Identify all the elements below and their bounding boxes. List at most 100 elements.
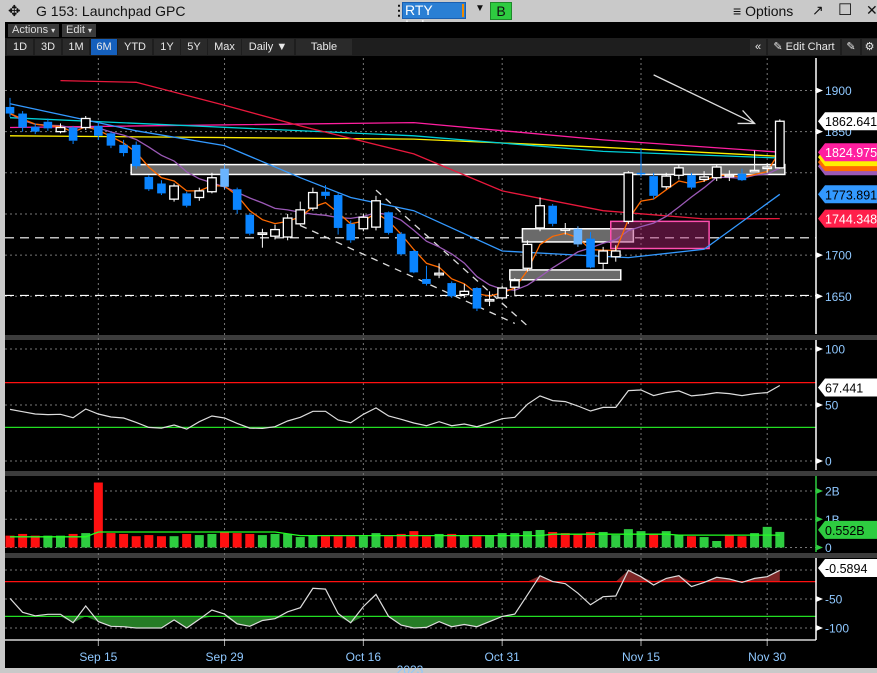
window-titlebar: ✥ G 153: Launchpad GPC ⋮ RTY Index ▼ B ≡… (0, 0, 877, 33)
period-1y[interactable]: 1Y (154, 39, 180, 55)
candle[interactable] (649, 172, 658, 200)
period-1m[interactable]: 1M (63, 39, 89, 55)
frequency-dropdown[interactable]: Daily ▼ (242, 39, 294, 55)
volume-tick-label: 2B (825, 485, 840, 499)
candle[interactable] (774, 119, 785, 169)
candle-body (711, 166, 722, 179)
candle[interactable] (131, 141, 141, 169)
candle-body (434, 272, 445, 276)
volume-bar (358, 536, 368, 548)
candle-body (573, 228, 583, 245)
volume-bar (182, 533, 192, 548)
candle[interactable] (396, 232, 406, 256)
pencil-icon: ✎ (773, 41, 783, 53)
rsi-value-tag: 67.441 (818, 378, 877, 397)
volume-bar (119, 533, 129, 548)
ticker-input[interactable]: RTY Index (402, 2, 466, 33)
options-label: Options (745, 3, 794, 19)
volume-bar (283, 533, 293, 548)
options-button[interactable]: ≡ Options (733, 3, 793, 19)
candle[interactable] (522, 240, 533, 272)
candle[interactable] (182, 191, 191, 208)
candle[interactable] (371, 195, 381, 231)
ma-value-tag: 1773.891 (818, 185, 877, 204)
year-label: 2023 (397, 663, 424, 673)
candle-body (106, 133, 116, 146)
period-1d[interactable]: 1D (7, 39, 33, 55)
value-tag-text: 1824.975 (825, 146, 877, 160)
candle-body (220, 168, 229, 187)
period-3d[interactable]: 3D (35, 39, 61, 55)
candle-body (409, 250, 419, 273)
candle[interactable] (144, 175, 154, 191)
popout-arrow-icon[interactable]: ↗ (812, 2, 824, 19)
candle[interactable] (80, 116, 91, 131)
actions-menu[interactable]: Actions ▾ (8, 24, 60, 37)
candle[interactable] (548, 204, 557, 227)
hamburger-icon: ≡ (733, 3, 746, 19)
period-max[interactable]: Max (208, 39, 241, 55)
volume-bar (220, 531, 230, 548)
panel-resize-handle[interactable] (5, 335, 877, 340)
candle[interactable] (106, 131, 116, 149)
candle[interactable] (384, 211, 393, 235)
gear-icon[interactable]: ⚙ (862, 39, 877, 55)
collapse-double-chevron-icon[interactable]: « (750, 39, 766, 55)
edit-chart-button[interactable]: ✎ Edit Chart (768, 39, 840, 55)
panel-resize-handle[interactable] (5, 553, 877, 558)
candle-body (245, 214, 255, 234)
candle-body (371, 200, 381, 228)
volume-bar (156, 536, 166, 548)
edit-menu[interactable]: Edit ▾ (62, 24, 97, 37)
period-5y[interactable]: 5Y (181, 39, 207, 55)
candle[interactable] (282, 213, 293, 241)
candle-body (522, 243, 533, 269)
candle[interactable] (687, 172, 696, 190)
volume-value-tag: 0.552B (818, 520, 877, 539)
period-ytd[interactable]: YTD (118, 39, 152, 55)
oscillator-tick-label: -50 (825, 593, 843, 607)
candle-body (282, 217, 293, 238)
x-tick-label: Oct 31 (485, 650, 521, 664)
candle[interactable] (346, 220, 356, 243)
b-button[interactable]: B (490, 2, 512, 20)
candle[interactable] (447, 281, 456, 298)
candle-body (548, 205, 557, 224)
candle[interactable] (573, 226, 583, 247)
volume-bar (18, 533, 28, 548)
actions-toolbar: Actions ▾ Edit ▾ (5, 22, 877, 38)
candle[interactable] (472, 287, 482, 312)
volume-bar (485, 535, 495, 548)
candle-body (131, 144, 141, 167)
ticker-dropdown-icon[interactable]: ▼ (475, 3, 485, 14)
close-icon[interactable]: ✕ (866, 2, 877, 19)
candle-body (661, 175, 672, 188)
candle[interactable] (245, 213, 255, 236)
dropdown-triangle-icon: ▼ (276, 41, 288, 53)
volume-bar (724, 535, 734, 548)
candle[interactable] (169, 183, 180, 202)
volume-bar (421, 536, 431, 548)
candle-body (447, 283, 456, 297)
candle-body (119, 144, 128, 154)
panel-resize-handle[interactable] (5, 471, 877, 476)
volume-bar (775, 531, 785, 548)
volume-tick-label: 0 (825, 541, 832, 555)
edit-chart-label: Edit Chart (785, 41, 835, 53)
candle-body (169, 185, 180, 200)
candle[interactable] (409, 250, 419, 274)
candle-body (762, 166, 773, 170)
chevron-down-icon: ▾ (51, 26, 56, 35)
x-tick-label: Oct 16 (346, 650, 382, 664)
candle[interactable] (497, 285, 508, 300)
annotate-icon[interactable]: ✎ (842, 39, 860, 55)
table-button[interactable]: Table (296, 39, 352, 55)
maximize-icon[interactable]: ☐ (838, 0, 852, 20)
period-6m[interactable]: 6M (91, 39, 117, 55)
edit-label: Edit (66, 24, 85, 36)
crosshair-move-icon[interactable]: ✥ (8, 2, 21, 20)
candle[interactable] (623, 171, 634, 224)
volume-bar (686, 536, 696, 548)
chart-area[interactable]: Sep 15 Sep 29 Oct 16 Oct 31 Nov 15 Nov 30 2023… (0, 56, 877, 673)
candle-body (687, 175, 696, 188)
